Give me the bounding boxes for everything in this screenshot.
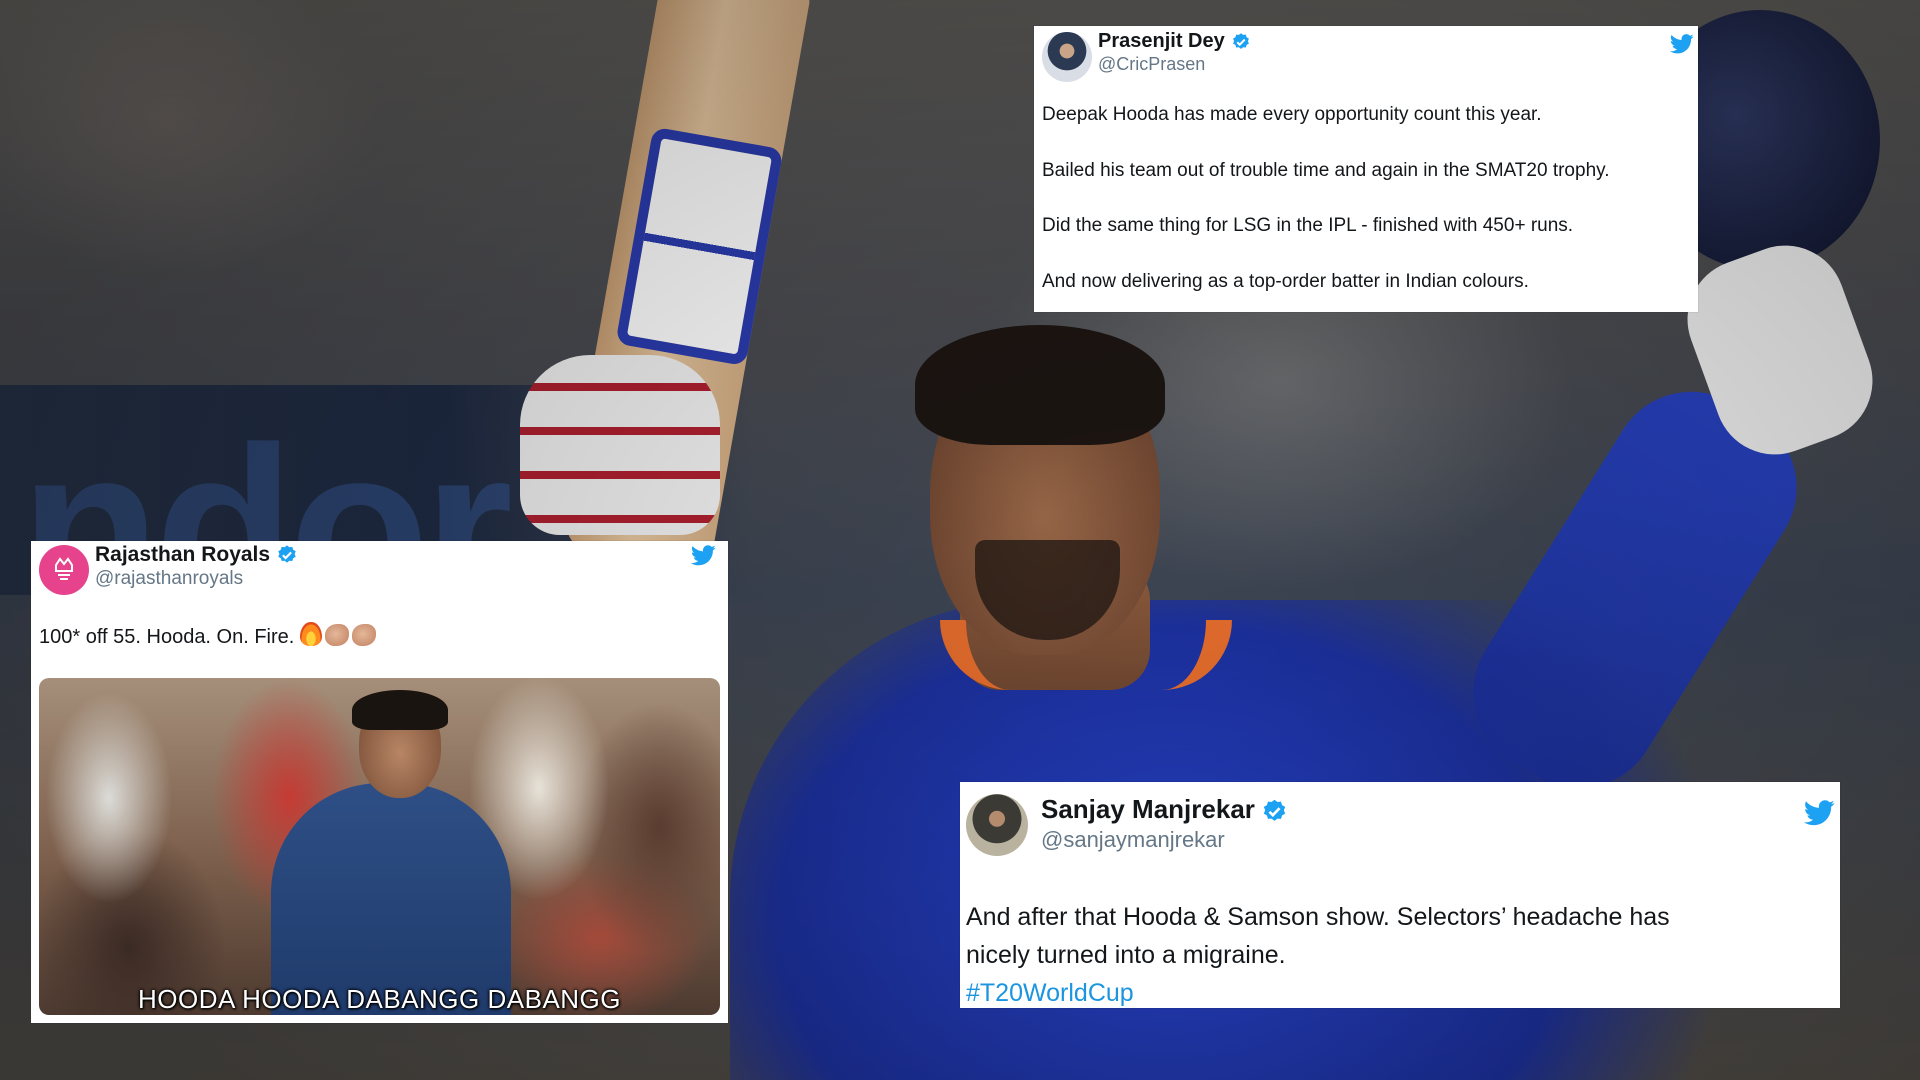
tweet-paragraph: Did the same thing for LSG in the IPL - …	[1042, 215, 1574, 236]
tweet-author-name[interactable]: Sanjay Manjrekar	[1041, 794, 1288, 825]
meme-person-shirt	[271, 783, 511, 1015]
avatar[interactable]	[966, 794, 1028, 856]
tweet-card-prasenjit[interactable]: Prasenjit Dey @CricPrasen Deepak Hooda h…	[1034, 26, 1698, 312]
tweet-image[interactable]: HOODA HOODA DABANGG DABANGG	[39, 678, 720, 1015]
tweet-text: 100* off 55. Hooda. On. Fire.	[39, 622, 377, 649]
tweet-paragraph: And now delivering as a top-order batter…	[1042, 270, 1529, 292]
royals-crest-icon	[55, 557, 73, 580]
tweet-line: nicely turned into a migraine.	[966, 941, 1286, 969]
tweet-author-name[interactable]: Prasenjit Dey	[1098, 30, 1251, 53]
image-caption: HOODA HOODA DABANGG DABANGG	[137, 984, 622, 1014]
clapping-hands-emoji-icon	[325, 624, 350, 646]
verified-badge-icon	[1263, 799, 1286, 821]
tweet-paragraph: Deepak Hooda has made every opportunity …	[1042, 104, 1542, 125]
twitter-bird-icon[interactable]	[691, 545, 716, 566]
twitter-bird-icon[interactable]	[1804, 800, 1835, 826]
avatar[interactable]	[1042, 32, 1092, 82]
fire-emoji-icon	[300, 622, 323, 646]
clapping-hands-emoji-icon	[352, 624, 377, 646]
tweet-text-content: 100* off 55. Hooda. On. Fire.	[39, 626, 295, 648]
author-name-text: Rajasthan Royals	[95, 543, 271, 566]
tweet-author-handle[interactable]: @sanjaymanjrekar	[1041, 827, 1225, 853]
tweet-paragraph: Bailed his team out of trouble time and …	[1042, 159, 1610, 181]
verified-badge-icon	[278, 545, 296, 564]
meme-person-hair	[352, 690, 448, 730]
tweet-author-name[interactable]: Rajasthan Royals	[95, 543, 298, 567]
twitter-bird-icon[interactable]	[1670, 34, 1694, 54]
tweet-author-handle[interactable]: @rajasthanroyals	[95, 568, 243, 590]
avatar[interactable]	[39, 545, 89, 595]
hashtag-link[interactable]: #T20WorldCup	[966, 974, 1826, 1012]
tweet-line: And after that Hooda & Samson show. Sele…	[966, 903, 1670, 931]
verified-badge-icon	[1232, 32, 1249, 49]
tweet-author-handle[interactable]: @CricPrasen	[1098, 54, 1205, 75]
author-name-text: Sanjay Manjrekar	[1041, 794, 1255, 824]
tweet-card-rajasthan-royals[interactable]: Rajasthan Royals @rajasthanroyals 100* o…	[31, 541, 728, 1023]
tweet-text: Deepak Hooda has made every opportunity …	[1042, 104, 1692, 326]
tweet-text: And after that Hooda & Samson show. Sele…	[966, 898, 1826, 1012]
author-name-text: Prasenjit Dey	[1098, 30, 1225, 52]
tweet-card-sanjay-manjrekar[interactable]: Sanjay Manjrekar @sanjaymanjrekar And af…	[960, 782, 1840, 1008]
